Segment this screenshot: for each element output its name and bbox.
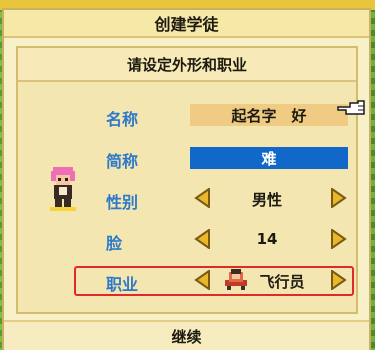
gender-label: 性别	[106, 193, 139, 212]
setup-panel: 请设定外形和职业 名称 起名字 好 简称 难 性别 男性 脸 14 职业 飞行员	[16, 46, 358, 314]
face-prev-arrow-icon[interactable]	[194, 229, 212, 249]
face-next-arrow-icon[interactable]	[329, 229, 347, 249]
job-prev-arrow-icon[interactable]	[194, 270, 212, 290]
job-label: 职业	[106, 275, 139, 294]
dialog-title: 创建学徒	[4, 10, 369, 38]
face-value: 14	[256, 230, 278, 248]
job-value: 飞行员	[259, 273, 305, 291]
continue-button[interactable]: 继续	[4, 320, 369, 350]
create-apprentice-dialog: 创建学徒 请设定外形和职业 名称 起名字 好 简称 难 性别 男性 脸 14 职…	[2, 8, 371, 350]
name-field[interactable]: 起名字 好	[190, 104, 348, 126]
gender-next-arrow-icon[interactable]	[329, 188, 347, 208]
gender-value: 男性	[251, 191, 282, 209]
apprentice-avatar	[50, 167, 76, 211]
dialog-subtitle: 请设定外形和职业	[18, 48, 356, 82]
job-next-arrow-icon[interactable]	[329, 270, 347, 290]
gender-prev-arrow-icon[interactable]	[194, 188, 212, 208]
abbr-field[interactable]: 难	[190, 147, 348, 169]
pointing-hand-icon	[337, 100, 365, 115]
abbr-label: 简称	[106, 152, 139, 171]
name-label: 名称	[106, 110, 139, 129]
pilot-sprite-icon	[225, 269, 247, 290]
face-label: 脸	[106, 234, 123, 253]
